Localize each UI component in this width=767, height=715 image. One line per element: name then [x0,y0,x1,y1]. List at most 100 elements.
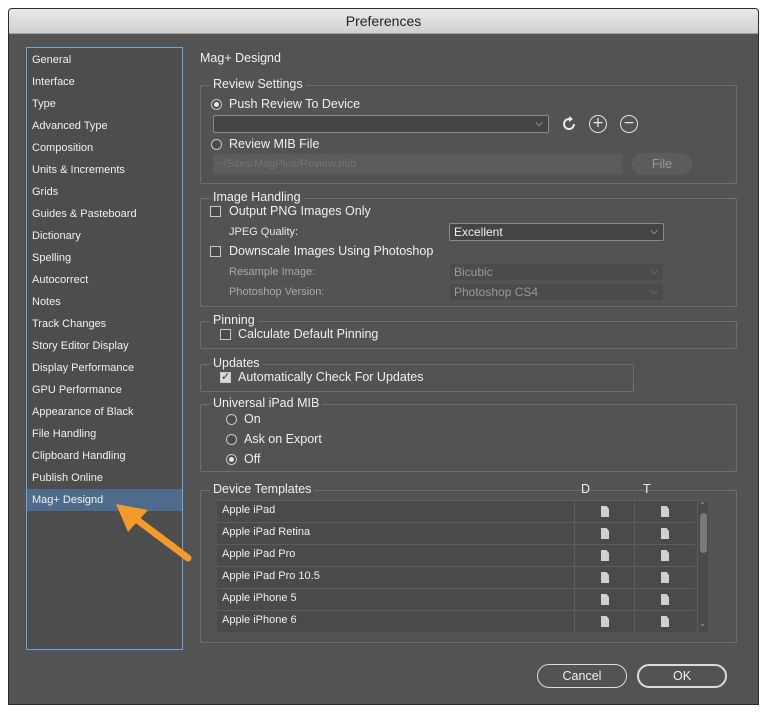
sidebar-item-clipboard-handling[interactable]: Clipboard Handling [27,445,182,467]
chevron-down-icon: ⌵ [650,286,658,297]
resample-select[interactable]: Bicubic ⌵ [449,263,664,281]
sidebar-item-guides[interactable]: Guides & Pasteboard [27,203,182,225]
document-icon [601,616,609,627]
device-dropdown[interactable]: ⌵ [213,115,549,133]
device-name: Apple iPad [222,504,276,516]
sidebar-item-units[interactable]: Units & Increments [27,159,182,181]
document-icon [661,506,669,517]
table-row[interactable]: Apple iPad Pro [217,545,695,567]
refresh-icon[interactable] [561,116,577,132]
ok-button[interactable]: OK [637,664,727,688]
table-row[interactable]: Apple iPhone 6 [217,611,695,632]
sidebar-item-appearance-of-black[interactable]: Appearance of Black [27,401,182,423]
review-settings-title: Review Settings [210,77,306,91]
cell-t[interactable] [634,589,695,610]
document-icon [601,572,609,583]
sidebar-item-general[interactable]: General [27,49,182,71]
universal-ask-label: Ask on Export [244,432,322,446]
sidebar-item-file-handling[interactable]: File Handling [27,423,182,445]
universal-on-label: On [244,412,261,426]
table-row[interactable]: Apple iPad Retina [217,523,695,545]
sidebar-item-interface[interactable]: Interface [27,71,182,93]
downscale-checkbox[interactable] [210,246,221,257]
output-png-label: Output PNG Images Only [229,204,371,218]
scroll-up-icon[interactable]: ⌃ [699,501,706,510]
sidebar-item-composition[interactable]: Composition [27,137,182,159]
review-mib-radio[interactable] [211,139,222,150]
mib-path-field[interactable] [213,154,622,174]
default-pinning-checkbox[interactable] [220,329,231,340]
cell-d[interactable] [574,611,634,632]
universal-off-label: Off [244,452,261,466]
review-mib-label: Review MIB File [229,137,320,151]
file-button[interactable]: File [632,153,692,175]
auto-update-checkbox[interactable] [220,370,231,383]
cell-d[interactable] [574,545,634,566]
universal-on-radio[interactable] [226,414,237,425]
cell-t[interactable] [634,567,695,588]
universal-ask-radio[interactable] [226,434,237,445]
sidebar-item-gpu-performance[interactable]: GPU Performance [27,379,182,401]
universal-off-radio[interactable] [226,454,237,465]
universal-ipad-title: Universal iPad MIB [210,396,323,410]
cell-d[interactable] [574,567,634,588]
sidebar-item-type[interactable]: Type [27,93,182,115]
cell-t[interactable] [634,523,695,544]
jpeg-quality-value: Excellent [454,225,503,239]
minus-circle-icon[interactable]: − [620,115,638,133]
table-row[interactable]: Apple iPhone 5 [217,589,695,611]
jpeg-quality-select[interactable]: Excellent ⌵ [449,223,664,241]
table-row[interactable]: Apple iPad [217,501,695,523]
sidebar-item-autocorrect[interactable]: Autocorrect [27,269,182,291]
device-templates-title: Device Templates [210,482,315,496]
scroll-down-icon[interactable]: ⌄ [699,619,706,628]
page-title: Mag+ Designd [200,51,281,65]
annotation-arrow-icon [116,504,192,562]
cell-t[interactable] [634,501,695,522]
sidebar-item-dictionary[interactable]: Dictionary [27,225,182,247]
device-name: Apple iPad Pro [222,548,296,560]
table-row[interactable]: Apple iPad Pro 10.5 [217,567,695,589]
document-icon [661,528,669,539]
document-icon [661,572,669,583]
cell-d[interactable] [574,589,634,610]
chevron-down-icon: ⌵ [650,266,658,277]
scrollbar-thumb[interactable] [700,513,707,553]
window-title: Preferences [9,9,758,34]
device-name: Apple iPhone 6 [222,614,297,626]
device-templates-table: Apple iPad Apple iPad Retina Apple iPad … [217,500,708,632]
cell-t[interactable] [634,545,695,566]
photoshop-version-select[interactable]: Photoshop CS4 ⌵ [449,283,664,301]
push-review-radio[interactable] [211,99,222,110]
photoshop-version-label: Photoshop Version: [229,286,325,298]
updates-title: Updates [210,356,263,370]
chevron-down-icon: ⌵ [650,226,658,237]
cell-d[interactable] [574,501,634,522]
cell-d[interactable] [574,523,634,544]
document-icon [601,550,609,561]
sidebar-item-spelling[interactable]: Spelling [27,247,182,269]
downscale-label: Downscale Images Using Photoshop [229,244,434,258]
document-icon [661,616,669,627]
jpeg-quality-label: JPEG Quality: [229,226,299,238]
push-review-label: Push Review To Device [229,97,361,111]
sidebar-item-grids[interactable]: Grids [27,181,182,203]
table-scrollbar[interactable]: ⌃ ⌄ [697,501,708,632]
pinning-title: Pinning [210,313,258,327]
sidebar-item-display-performance[interactable]: Display Performance [27,357,182,379]
plus-circle-icon[interactable]: + [589,115,607,133]
document-icon [661,594,669,605]
sidebar-item-story-editor[interactable]: Story Editor Display [27,335,182,357]
image-handling-title: Image Handling [210,190,304,204]
cancel-button[interactable]: Cancel [537,664,627,688]
sidebar-item-track-changes[interactable]: Track Changes [27,313,182,335]
auto-update-label: Automatically Check For Updates [238,370,424,384]
sidebar-item-publish-online[interactable]: Publish Online [27,467,182,489]
cell-t[interactable] [634,611,695,632]
photoshop-version-value: Photoshop CS4 [454,285,539,299]
sidebar-item-notes[interactable]: Notes [27,291,182,313]
device-name: Apple iPhone 5 [222,592,297,604]
sidebar-item-advanced-type[interactable]: Advanced Type [27,115,182,137]
resample-label: Resample Image: [229,266,316,278]
output-png-checkbox[interactable] [210,206,221,217]
